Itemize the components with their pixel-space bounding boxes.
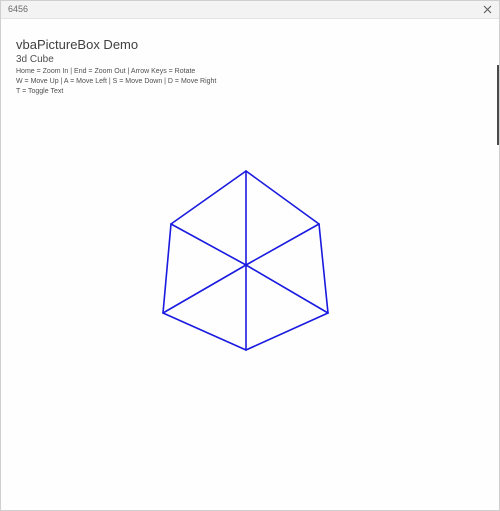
- cube-edge: [245, 223, 320, 266]
- window-title: 6456: [8, 4, 29, 14]
- close-icon: [483, 5, 492, 14]
- cube-edge: [170, 223, 247, 266]
- app-window: 6456 vbaPictureBox Demo 3d Cube Home = Z…: [0, 0, 500, 511]
- cube-edge: [162, 264, 247, 314]
- cube-edge: [318, 223, 329, 314]
- cube-edge: [245, 264, 329, 314]
- cube-edge: [162, 312, 247, 351]
- cube-edge: [170, 170, 247, 225]
- cube-edge: [245, 170, 320, 225]
- title-bar[interactable]: 6456: [1, 1, 499, 19]
- cube-edge: [245, 312, 329, 351]
- cube-edge: [162, 223, 172, 314]
- picture-box-canvas[interactable]: vbaPictureBox Demo 3d Cube Home = Zoom I…: [1, 19, 499, 510]
- side-strip: [497, 65, 499, 145]
- cube-wireframe: [162, 170, 329, 351]
- close-button[interactable]: [480, 2, 495, 17]
